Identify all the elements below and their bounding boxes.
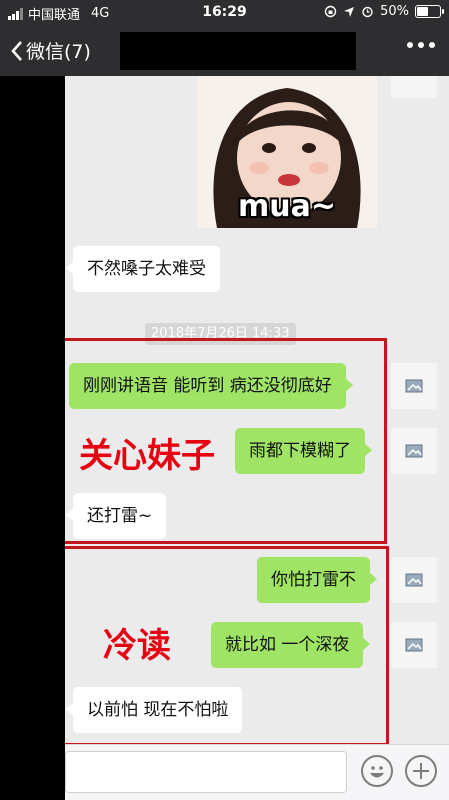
broken-image-icon: [405, 444, 423, 458]
dot-icon: [429, 42, 435, 48]
nav-bar: 微信(7): [0, 24, 449, 76]
status-bar: 中国联通 4G 16:29 50%: [0, 0, 449, 24]
broken-image-icon: [405, 573, 423, 587]
message-text: 雨都下模糊了: [249, 441, 351, 461]
back-label: 微信(7): [26, 41, 91, 63]
my-avatar[interactable]: [391, 557, 437, 603]
annotation-caring: 关心妹子: [79, 436, 215, 476]
emoji-icon: [370, 766, 384, 778]
status-left: 中国联通 4G: [8, 4, 109, 23]
message-bubble-incoming[interactable]: 以前怕 现在不怕啦: [65, 687, 243, 733]
message-text: 就比如 一个深夜: [225, 635, 350, 655]
message-text: 你怕打雷不: [271, 570, 356, 590]
message-bubble-outgoing[interactable]: 雨都下模糊了: [235, 428, 372, 474]
my-avatar[interactable]: [391, 622, 437, 668]
my-avatar[interactable]: [391, 363, 437, 409]
dot-icon: [418, 42, 424, 48]
broken-image-icon: [405, 379, 423, 393]
my-avatar[interactable]: [391, 76, 437, 98]
more-button[interactable]: [407, 42, 435, 48]
back-button[interactable]: 微信(7): [10, 37, 91, 64]
chevron-left-icon: [11, 40, 22, 61]
message-bubble-incoming[interactable]: 还打雷~: [65, 493, 167, 539]
redacted-left-strip: [0, 76, 65, 800]
battery-percent: 50%: [380, 4, 409, 19]
annotation-cold-reading: 冷读: [103, 626, 171, 666]
message-input[interactable]: [65, 751, 347, 793]
message-bubble-outgoing[interactable]: 就比如 一个深夜: [211, 622, 371, 668]
signal-icon: [8, 7, 23, 20]
message-text: 以前怕 现在不怕啦: [87, 700, 229, 720]
broken-image-icon: [405, 638, 423, 652]
message-bubble-outgoing[interactable]: 刚刚讲语音 能听到 病还没彻底好: [69, 363, 353, 409]
message-text: 还打雷~: [87, 506, 153, 526]
dot-icon: [407, 42, 413, 48]
message-bubble-outgoing[interactable]: 你怕打雷不: [257, 557, 377, 603]
message-text: 刚刚讲语音 能听到 病还没彻底好: [83, 376, 332, 396]
redacted-title: [120, 32, 356, 70]
my-avatar[interactable]: [391, 428, 437, 474]
sticker-image[interactable]: mua~: [197, 76, 377, 228]
battery-icon: [415, 5, 444, 18]
status-right: 50%: [324, 4, 444, 19]
rotation-lock-icon: [324, 5, 337, 18]
plus-icon: [413, 763, 429, 779]
input-bar: [65, 744, 449, 800]
network-type: 4G: [91, 6, 110, 21]
location-icon: [344, 6, 355, 17]
carrier-name: 中国联通: [28, 8, 81, 23]
message-text: 不然嗓子太难受: [87, 259, 206, 279]
emoji-button[interactable]: [361, 755, 393, 787]
add-button[interactable]: [405, 755, 437, 787]
alarm-icon: [362, 6, 373, 18]
message-bubble-incoming[interactable]: 不然嗓子太难受: [66, 246, 220, 292]
sticker-caption: mua~: [238, 189, 336, 224]
chat-area[interactable]: mua~ 不然嗓子太难受 2018年7月26日 14:33 刚刚讲语音 能听到 …: [65, 76, 449, 744]
